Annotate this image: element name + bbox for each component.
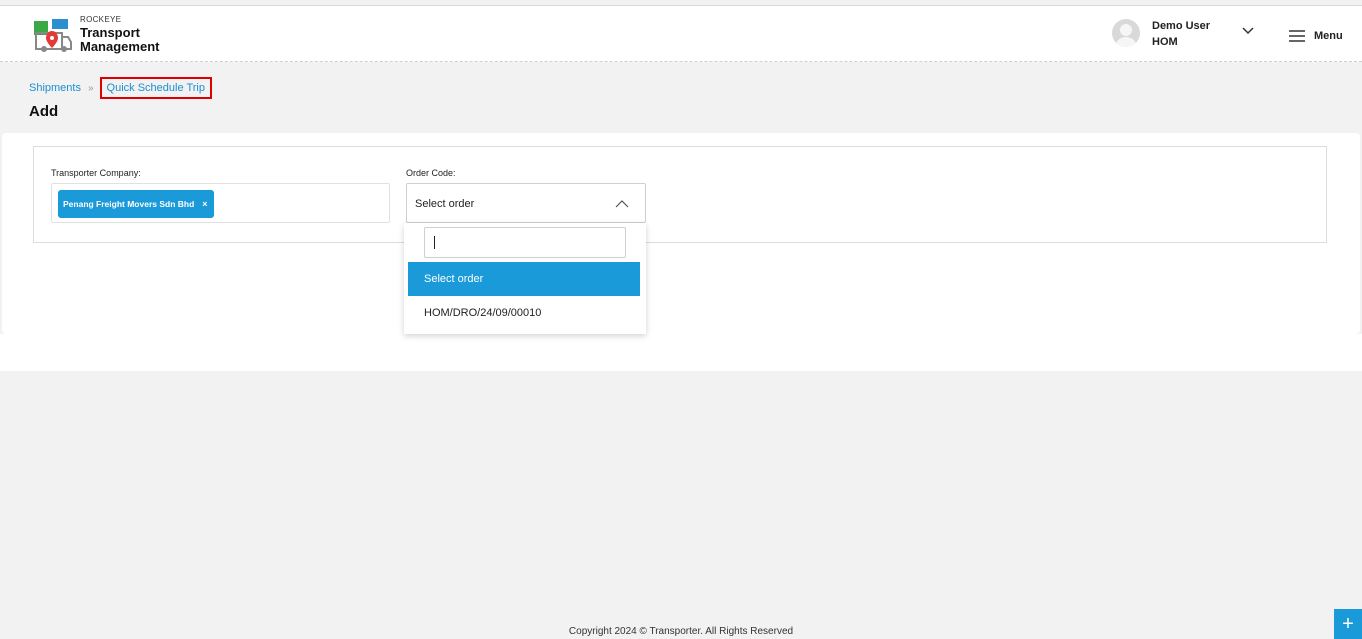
order-code-label: Order Code: [406, 168, 456, 178]
page-title: Add [29, 103, 59, 120]
chevron-up-icon [615, 200, 629, 208]
plus-icon[interactable]: + [1334, 609, 1362, 639]
menu-label: Menu [1314, 30, 1343, 42]
transporter-label: Transporter Company: [51, 168, 141, 178]
brand-small: ROCKEYE [80, 15, 122, 24]
transporter-select[interactable]: Penang Freight Movers Sdn Bhd × [51, 183, 390, 223]
avatar-icon [1112, 19, 1140, 47]
dropdown-option[interactable]: HOM/DRO/24/09/00010 [408, 296, 640, 330]
footer-copyright: Copyright 2024 © Transporter. All Rights… [568, 626, 794, 637]
breadcrumb-current[interactable]: Quick Schedule Trip [99, 77, 212, 99]
transporter-chip-label: Penang Freight Movers Sdn Bhd [63, 199, 195, 209]
brand: ROCKEYE Transport Management [80, 16, 159, 54]
header: ROCKEYE Transport Management Demo User H… [0, 6, 1362, 62]
user-profile[interactable]: Demo User HOM [1110, 17, 1260, 53]
content-band [0, 334, 1362, 371]
user-branch: HOM [1152, 36, 1178, 48]
chevron-down-icon[interactable] [1241, 26, 1255, 36]
order-code-value: Select order [415, 198, 475, 210]
user-name: Demo User [1152, 20, 1211, 32]
order-dropdown: Select order HOM/DRO/24/09/00010 [404, 223, 646, 334]
dropdown-option-selected[interactable]: Select order [408, 262, 640, 296]
form-card: Transporter Company: Penang Freight Move… [2, 133, 1360, 334]
breadcrumb: Shipments » Quick Schedule Trip [29, 77, 212, 99]
breadcrumb-shipments[interactable]: Shipments [29, 82, 81, 94]
brand-line2: Management [80, 39, 160, 54]
order-code-select[interactable]: Select order [406, 183, 646, 223]
chip-remove-icon[interactable]: × [202, 199, 207, 209]
menu-button[interactable]: Menu [1288, 28, 1343, 44]
hamburger-icon [1289, 30, 1305, 42]
transporter-chip: Penang Freight Movers Sdn Bhd × [58, 190, 214, 218]
logo-icon[interactable] [32, 17, 72, 53]
double-chevron-right-icon: » [87, 82, 94, 94]
form-box: Transporter Company: Penang Freight Move… [33, 146, 1327, 243]
text-caret [434, 236, 435, 249]
brand-line1: Transport [80, 25, 140, 40]
dropdown-search-input[interactable] [424, 227, 626, 258]
